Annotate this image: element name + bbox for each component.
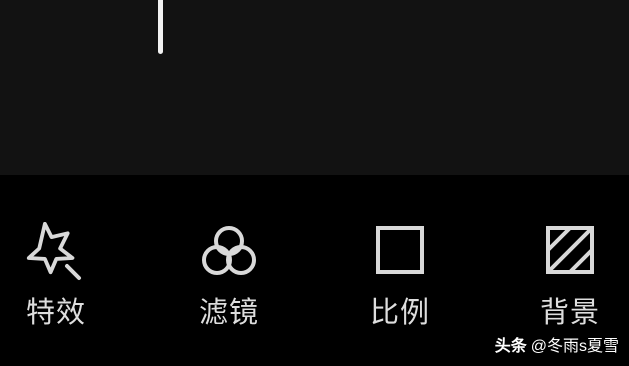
- aspect-ratio-square-icon: [370, 222, 430, 282]
- filters-label: 滤镜: [198, 295, 259, 329]
- effects-label: 特效: [25, 295, 86, 329]
- ratio-button[interactable]: 比例: [345, 222, 455, 342]
- background-hatch-icon: [540, 222, 600, 282]
- ratio-label: 比例: [369, 295, 430, 329]
- background-label: 背景: [539, 295, 600, 329]
- filters-button[interactable]: 滤镜: [174, 222, 284, 342]
- watermark-handle: @冬雨s夏雪: [530, 338, 619, 355]
- timeline-area[interactable]: [0, 0, 629, 175]
- effects-button[interactable]: 特效: [1, 222, 111, 342]
- playhead[interactable]: [158, 0, 163, 54]
- watermark-brand: 头条: [494, 338, 527, 355]
- star-wand-icon: [26, 222, 86, 282]
- background-button[interactable]: 背景: [515, 222, 625, 342]
- watermark: 头条 @冬雨s夏雪: [495, 332, 619, 356]
- filter-circles-icon: [199, 222, 259, 282]
